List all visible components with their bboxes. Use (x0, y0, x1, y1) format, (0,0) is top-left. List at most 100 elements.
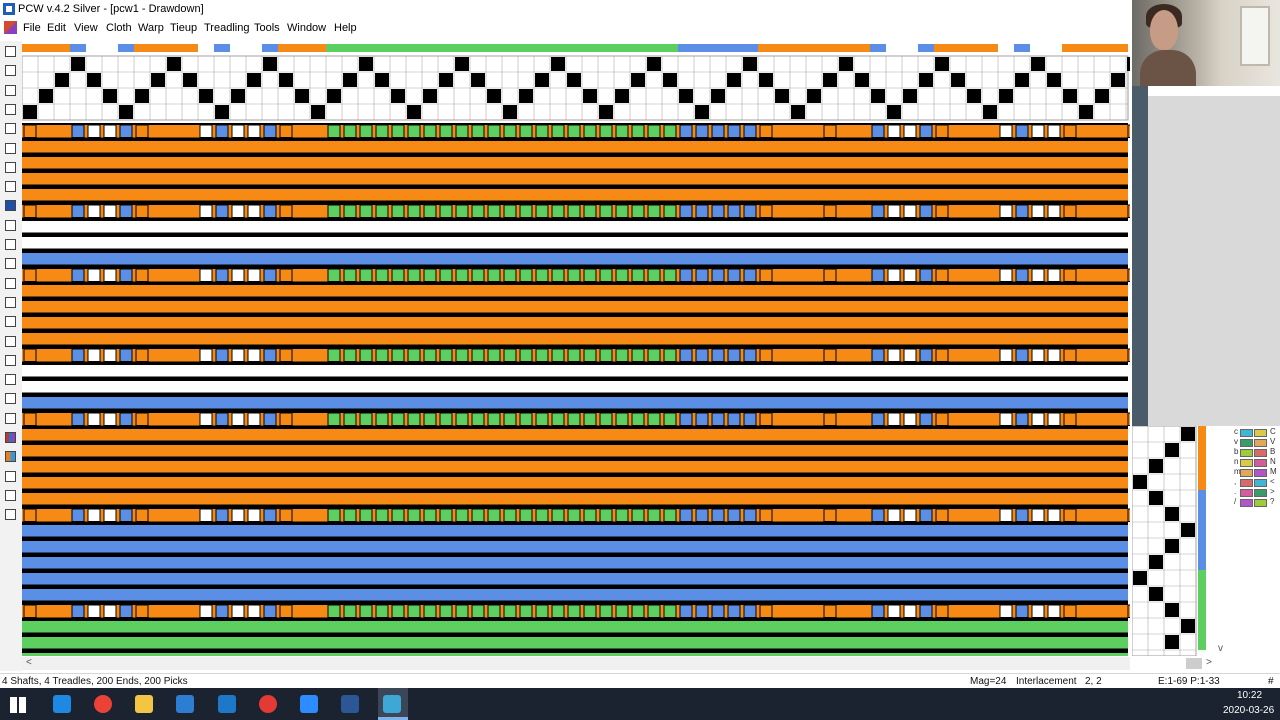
edge-icon[interactable] (53, 695, 71, 713)
scroll-right-icon[interactable]: > (1206, 657, 1212, 668)
drawdown-cloth[interactable] (22, 123, 1130, 656)
warp-float (87, 124, 101, 138)
palette-swatch[interactable] (1240, 489, 1253, 497)
menu-edit[interactable]: Edit (47, 22, 66, 34)
open-folder-icon[interactable] (4, 64, 17, 77)
warp-float (199, 348, 213, 362)
menu-tools[interactable]: Tools (254, 22, 280, 34)
palette-swatch[interactable] (1240, 469, 1253, 477)
opera-icon[interactable] (259, 695, 277, 713)
windows-start-icon[interactable] (10, 697, 26, 713)
warp-float (695, 124, 709, 138)
point-draw-icon[interactable] (4, 335, 17, 348)
warp-float (567, 204, 581, 218)
palette-swatch[interactable] (1240, 479, 1253, 487)
print-icon[interactable] (4, 103, 17, 116)
threading-mark (535, 73, 549, 87)
mail-icon[interactable] (218, 695, 236, 713)
color-palette[interactable]: c v b n m,. / C V B N M < >? (1228, 428, 1280, 518)
taskbar-time[interactable]: 10:22 (1237, 690, 1262, 701)
copy-icon[interactable] (4, 161, 17, 174)
color-grid-icon[interactable] (4, 431, 17, 444)
pattern-icon[interactable] (4, 354, 17, 367)
pencil-icon[interactable] (4, 238, 17, 251)
warp-float (871, 204, 885, 218)
lock-icon[interactable] (4, 412, 17, 425)
menu-view[interactable]: View (74, 22, 98, 34)
warp-float (471, 604, 485, 618)
warp-float (999, 268, 1013, 282)
document-icon[interactable] (4, 21, 17, 34)
palette-swatch[interactable] (1254, 469, 1267, 477)
warp-float (903, 124, 917, 138)
palette-swatch[interactable] (1254, 479, 1267, 487)
wave-icon[interactable] (4, 296, 17, 309)
palette-swatch[interactable] (1254, 499, 1267, 507)
straight-draw-icon[interactable] (4, 315, 17, 328)
menu-warp[interactable]: Warp (138, 22, 164, 34)
menu-window[interactable]: Window (287, 22, 326, 34)
warp-float (679, 348, 693, 362)
select-icon[interactable] (4, 199, 17, 212)
diamond-icon[interactable] (4, 373, 17, 386)
warp-float (263, 412, 277, 426)
palette-swatch[interactable] (1240, 499, 1253, 507)
palette-swatch[interactable] (1254, 449, 1267, 457)
color-palette-icon[interactable] (4, 450, 17, 463)
gear-icon[interactable] (4, 392, 17, 405)
warp-float (1015, 604, 1029, 618)
new-file-icon[interactable] (4, 45, 17, 58)
palette-swatch[interactable] (1240, 459, 1253, 467)
file-explorer-icon[interactable] (135, 695, 153, 713)
pcw-weaving-icon[interactable] (383, 695, 401, 713)
palette-swatch[interactable] (1254, 429, 1267, 437)
draw-line-icon[interactable] (4, 257, 17, 270)
warp-float (583, 412, 597, 426)
store-icon[interactable] (176, 695, 194, 713)
cut-icon[interactable] (4, 142, 17, 155)
menu-file[interactable]: File (23, 22, 41, 34)
menu-help[interactable]: Help (334, 22, 357, 34)
warp-float (647, 604, 661, 618)
help-pointer-icon[interactable] (4, 508, 17, 521)
warp-float (631, 124, 645, 138)
drawdown-canvas[interactable] (22, 41, 1130, 656)
palette-swatch[interactable] (1254, 459, 1267, 467)
palette-swatch[interactable] (1240, 449, 1253, 457)
curve-icon[interactable] (4, 277, 17, 290)
zoom-out-icon[interactable] (4, 489, 17, 502)
zoom-icon[interactable] (300, 695, 318, 713)
palette-key-label: N (1270, 457, 1276, 466)
zoom-in-icon[interactable] (4, 470, 17, 483)
scroll-thumb[interactable] (1186, 658, 1202, 669)
palette-swatch[interactable] (1240, 439, 1253, 447)
menu-treadling[interactable]: Treadling (204, 22, 249, 34)
taskbar-date[interactable]: 2020-03-26 (1223, 705, 1274, 716)
threading-mark (983, 105, 997, 119)
warp-float (711, 604, 725, 618)
rectangle-icon[interactable] (4, 219, 17, 232)
scroll-left-icon[interactable]: < (26, 657, 32, 668)
menu-tieup[interactable]: Tieup (170, 22, 197, 34)
word-icon[interactable] (341, 695, 359, 713)
threading-grid[interactable] (22, 55, 1130, 121)
undo-icon[interactable] (4, 122, 17, 135)
scroll-down-icon[interactable]: v (1218, 643, 1223, 654)
warp-float (551, 124, 565, 138)
patterned-pick-row (22, 124, 1130, 138)
treadling-mark (1181, 619, 1195, 633)
save-icon[interactable] (4, 84, 17, 97)
warp-float (103, 268, 117, 282)
horizontal-scrollbar[interactable] (22, 657, 1130, 670)
menu-cloth[interactable]: Cloth (106, 22, 132, 34)
paste-icon[interactable] (4, 180, 17, 193)
threading-mark (615, 89, 629, 103)
chrome-icon[interactable] (94, 695, 112, 713)
palette-swatch[interactable] (1254, 489, 1267, 497)
palette-swatch[interactable] (1254, 439, 1267, 447)
treadling-grid[interactable] (1132, 426, 1228, 656)
warp-float (727, 268, 741, 282)
threading-mark (599, 105, 613, 119)
warp-color-bar[interactable] (22, 44, 1128, 52)
palette-swatch[interactable] (1240, 429, 1253, 437)
